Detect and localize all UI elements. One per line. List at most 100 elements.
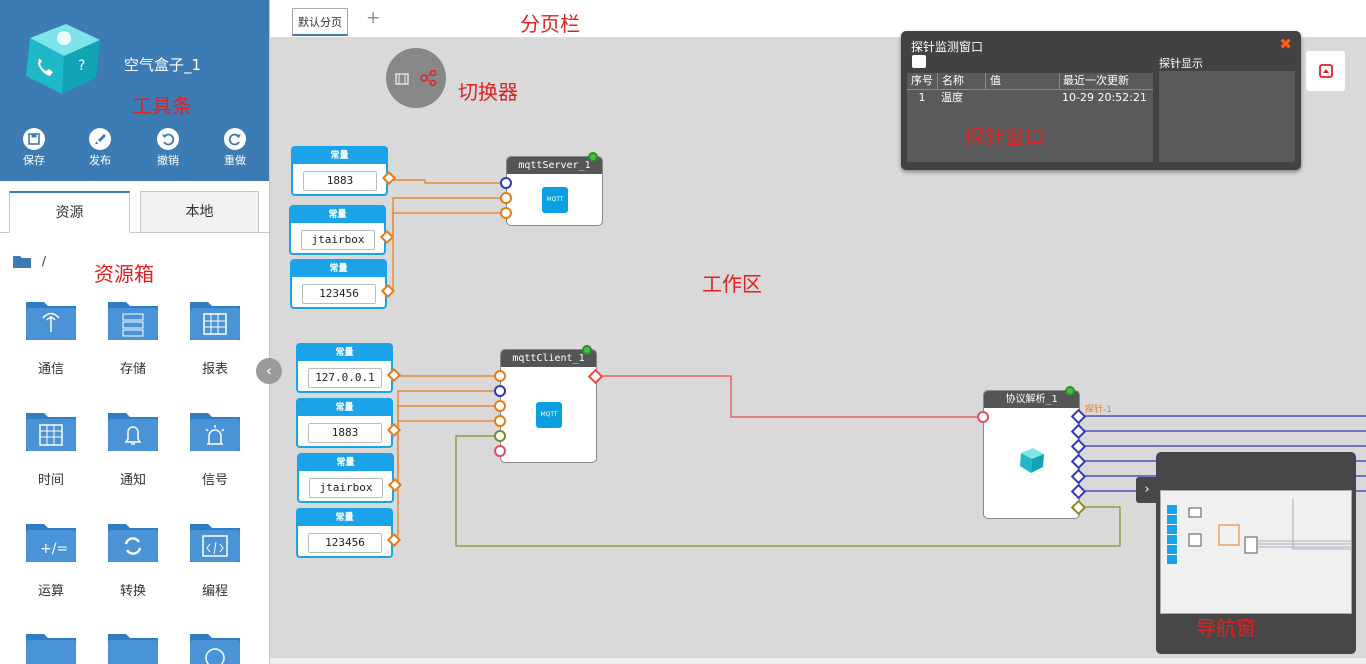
folder-partial[interactable] [16, 630, 86, 664]
film-icon [395, 73, 409, 85]
app-name: 空气盒子_1 [124, 56, 202, 74]
save-button[interactable]: 保存 [14, 128, 54, 168]
minimap-preview [1167, 499, 1351, 564]
resource-path[interactable]: / [12, 253, 46, 269]
redo-icon [224, 128, 246, 150]
redo-button[interactable]: 重做 [215, 128, 255, 168]
const-value[interactable]: 127.0.0.1 [308, 368, 382, 388]
add-page-button[interactable]: + [366, 8, 380, 28]
resource-tabs: 资源 本地 [0, 181, 269, 233]
status-dot [588, 152, 598, 162]
tab-resources[interactable]: 资源 [9, 191, 130, 233]
navigator-minimap[interactable] [1160, 490, 1352, 614]
folder-storage[interactable]: 存储 [98, 298, 168, 377]
column-header: 最近一次更新 [1059, 73, 1153, 89]
const-header: 常量 [299, 455, 392, 471]
input-port[interactable] [494, 385, 506, 397]
input-port[interactable] [500, 192, 512, 204]
folder-partial[interactable] [98, 630, 168, 664]
const-value[interactable]: jtairbox [309, 478, 383, 498]
publish-button[interactable]: 发布 [80, 128, 120, 168]
const-value[interactable]: 1883 [303, 171, 377, 191]
tab-local[interactable]: 本地 [140, 191, 259, 233]
const-value[interactable]: 123456 [302, 284, 376, 304]
undo-button[interactable]: 撤销 [148, 128, 188, 168]
cell-value [985, 90, 1059, 106]
input-port[interactable] [494, 445, 506, 457]
const-value[interactable]: 1883 [308, 423, 382, 443]
folder-partial[interactable] [180, 630, 250, 664]
folder-notify[interactable]: 通知 [98, 409, 168, 488]
folder-label: 时间 [37, 473, 64, 488]
const-node[interactable]: 常量 1883 [296, 398, 402, 448]
code-folder-icon [188, 520, 242, 564]
publish-label: 发布 [89, 154, 111, 167]
left-panel: ? 空气盒子_1 工具条 保存 发布 撤销 重做 资源 本地 / 资源箱 通信 … [0, 0, 270, 664]
input-port[interactable] [500, 177, 512, 189]
const-header: 常量 [298, 510, 391, 526]
input-port[interactable] [494, 415, 506, 427]
redo-label: 重做 [224, 154, 246, 167]
mqtt-client-node[interactable]: mqttClient_1 MQTT [500, 345, 597, 463]
input-port[interactable] [494, 430, 506, 442]
folder-signal[interactable]: 信号 [180, 409, 250, 488]
input-port[interactable] [494, 370, 506, 382]
const-node[interactable]: 常量 jtairbox [297, 453, 403, 503]
const-header: 常量 [291, 207, 384, 223]
table-row[interactable]: 1 温度 10-29 20:52:21 [907, 90, 1153, 106]
undo-icon [157, 128, 179, 150]
folder-time[interactable]: 时间 [16, 409, 86, 488]
const-header: 常量 [292, 261, 385, 277]
tab-default-page[interactable]: 默认分页 [292, 8, 348, 36]
navigator-toggle[interactable]: › [1136, 477, 1158, 503]
workspace[interactable]: 切换器 工作区 常量 1883 常量 jtairbox 常量 123456 mq… [270, 31, 1366, 658]
const-value[interactable]: 123456 [308, 533, 382, 553]
flow-icon [420, 70, 437, 86]
app-logo-cube-icon: ? [26, 24, 100, 94]
folder-label: 报表 [201, 362, 228, 377]
const-value[interactable]: jtairbox [301, 230, 375, 250]
toolbar-annotation: 工具条 [132, 94, 192, 118]
svg-text:?: ? [78, 58, 85, 74]
const-node[interactable]: 常量 jtairbox [289, 205, 395, 255]
svg-text:+/=: +/= [40, 541, 68, 557]
const-node[interactable]: 常量 1883 [291, 146, 397, 196]
page-bar-annotation: 分页栏 [520, 12, 580, 36]
protocol-parser-node[interactable]: 协议解析_1 [983, 386, 1080, 519]
const-node[interactable]: 常量 123456 [290, 259, 396, 309]
folder-label: 信号 [201, 473, 228, 488]
collapse-left-panel-button[interactable]: ‹ [256, 358, 282, 384]
column-header: 名称 [937, 73, 985, 89]
navigator-annotation: 导航窗 [1196, 616, 1256, 640]
caret-up-icon [1319, 64, 1333, 78]
input-port[interactable] [494, 400, 506, 412]
math-folder-icon: +/= [24, 520, 78, 564]
input-port[interactable] [977, 411, 989, 423]
cube-icon [1020, 448, 1044, 473]
mqtt-server-icon: MQTT [542, 187, 568, 213]
status-dot [1065, 386, 1075, 396]
folder-convert[interactable]: 转换 [98, 520, 168, 599]
column-header: 值 [985, 73, 1059, 89]
column-header: 序号 [911, 74, 933, 87]
panel-toggle-button[interactable] [1306, 51, 1345, 91]
refresh-folder-icon [106, 520, 160, 564]
navigator-window: › 导航窗 [1136, 452, 1356, 654]
folder-compute[interactable]: +/= 运算 [16, 520, 86, 599]
status-dot [582, 345, 592, 355]
close-icon[interactable]: ✖ [1279, 35, 1292, 53]
horizontal-scrollbar[interactable] [270, 658, 1366, 664]
select-all-checkbox[interactable] [912, 55, 926, 68]
folder-report[interactable]: 报表 [180, 298, 250, 377]
folder-icon [13, 256, 31, 268]
folder-program[interactable]: 编程 [180, 520, 250, 599]
globe-folder-icon [188, 630, 242, 664]
input-port[interactable] [500, 207, 512, 219]
probe-title: 探针监测窗口 [911, 40, 984, 54]
const-node[interactable]: 常量 127.0.0.1 [296, 343, 402, 393]
mqtt-server-node[interactable]: mqttServer_1 MQTT [506, 152, 603, 226]
view-switcher[interactable] [386, 48, 446, 108]
folder-icon [106, 630, 160, 664]
const-node[interactable]: 常量 123456 [296, 508, 402, 558]
folder-communication[interactable]: 通信 [16, 298, 86, 377]
